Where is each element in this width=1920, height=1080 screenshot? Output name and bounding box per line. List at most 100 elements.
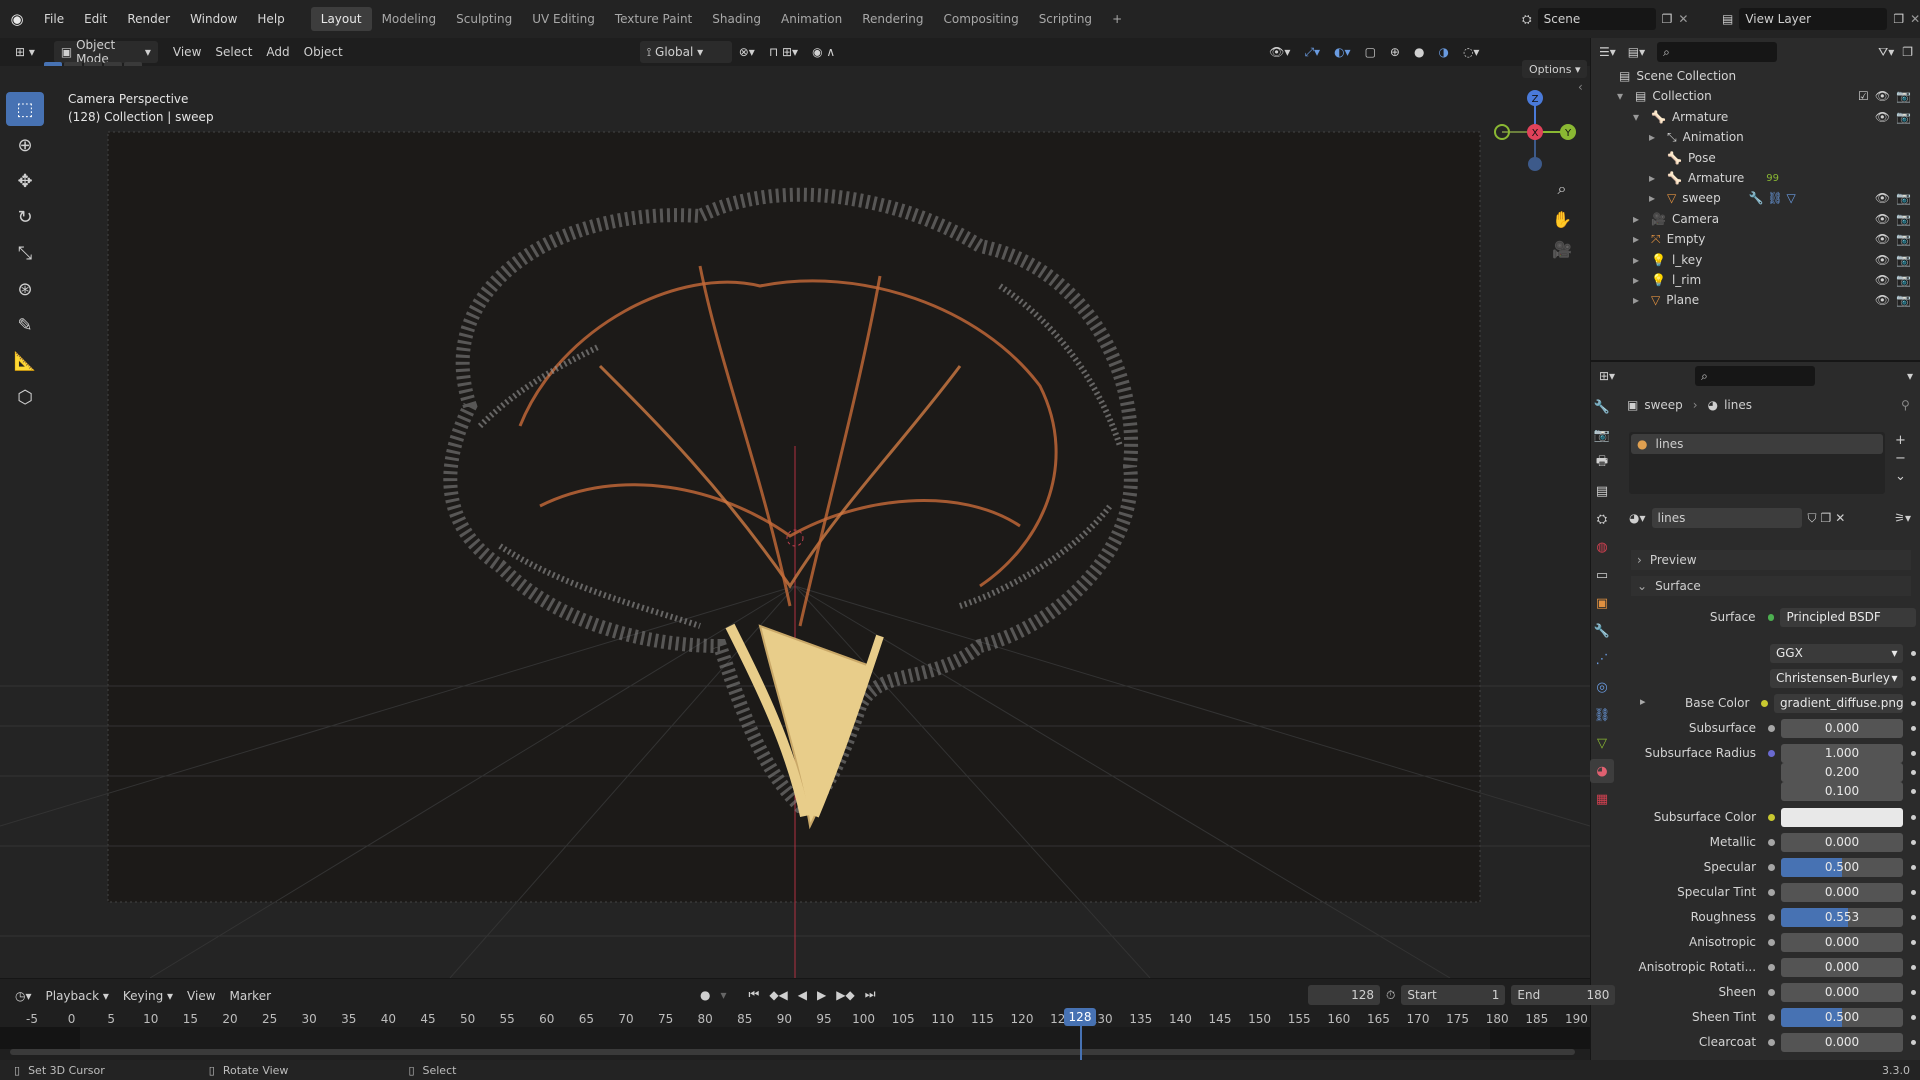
subsurface-method-keyframe-icon[interactable]	[1911, 675, 1916, 681]
prop-value-field[interactable]: 0.000	[1780, 1032, 1904, 1052]
menu-render[interactable]: Render	[117, 7, 180, 31]
new-collection-icon[interactable]: ❐	[1902, 45, 1913, 59]
prop-value-field[interactable]: 0.553	[1780, 907, 1904, 927]
preview-range-icon[interactable]: ⏱	[1386, 988, 1395, 1003]
prop-value-field[interactable]: 0.500	[1780, 1007, 1904, 1027]
world-tab-icon[interactable]: ◍	[1590, 535, 1614, 559]
xray-icon[interactable]: ▢	[1358, 41, 1383, 63]
visibility-eye-icon[interactable]: 👁	[1875, 212, 1890, 226]
socket-icon[interactable]	[1768, 988, 1775, 996]
transform-icon[interactable]: ⊛	[6, 272, 44, 306]
keyframe-icon[interactable]	[1911, 769, 1916, 775]
prev-keyframe-icon[interactable]: ◆◀	[769, 988, 787, 1002]
expand-arrow-icon[interactable]: ▸	[1649, 130, 1663, 144]
outliner-item-l_rim[interactable]: ▸ 💡 l_rim 👁 📷	[1591, 270, 1920, 290]
expand-base-color-icon[interactable]: ▸	[1640, 695, 1646, 708]
expand-arrow-icon[interactable]: ▸	[1633, 293, 1647, 307]
select-menu[interactable]: Select	[208, 41, 259, 63]
timeline-view-menu[interactable]: View	[180, 985, 222, 1007]
sidebar-toggle-icon[interactable]: ‹	[1578, 80, 1583, 94]
new-scene-icon[interactable]: ❐	[1662, 12, 1673, 26]
pivot-icon[interactable]: ⊗▾	[732, 41, 762, 63]
visibility-eye-icon[interactable]: 👁	[1875, 110, 1890, 124]
particles-tab-icon[interactable]: ⋰	[1590, 647, 1614, 671]
tool-tab-icon[interactable]: 🔧	[1590, 395, 1614, 419]
data-tab-icon[interactable]: ▽	[1590, 731, 1614, 755]
material-name-field[interactable]: lines	[1651, 508, 1802, 528]
socket-icon[interactable]	[1768, 724, 1775, 732]
scene-icon[interactable]: ⛭	[1522, 12, 1532, 27]
render-camera-icon[interactable]: 📷	[1896, 110, 1911, 124]
current-frame-field[interactable]: 128	[1308, 985, 1380, 1005]
keyframe-icon[interactable]	[1911, 750, 1916, 756]
prop-value-field[interactable]: 0.000	[1780, 957, 1904, 977]
orientation-selector[interactable]: ⟟ Global ▾	[639, 41, 732, 63]
proportional-edit-icon[interactable]: ◉ ∧	[805, 41, 842, 63]
modifier-tab-icon[interactable]: 🔧	[1590, 619, 1614, 643]
properties-editor-icon[interactable]: ⊞▾	[1599, 369, 1615, 383]
socket-icon[interactable]	[1768, 769, 1775, 776]
keyframe-icon[interactable]	[1911, 1039, 1916, 1045]
filter-icon[interactable]: ⛛▾	[1878, 45, 1894, 60]
add-cube-icon[interactable]: ⬡	[6, 380, 44, 414]
render-tab-icon[interactable]: 📷	[1590, 423, 1614, 447]
visibility-eye-icon[interactable]: 👁	[1875, 89, 1890, 103]
view-layer-icon[interactable]: ▤	[1722, 12, 1733, 26]
workspace-tab-compositing[interactable]: Compositing	[933, 7, 1028, 31]
shading-rendered-icon[interactable]: ◌▾	[1456, 41, 1487, 63]
shading-solid-icon[interactable]: ●	[1407, 41, 1431, 63]
material-slot-list[interactable]: ● lines	[1629, 432, 1885, 494]
prop-value-field[interactable]: 0.000	[1780, 932, 1904, 952]
surface-panel-header[interactable]: ⌄ Surface	[1631, 576, 1911, 596]
shading-wireframe-icon[interactable]: ⊕	[1383, 41, 1407, 63]
remove-slot-icon[interactable]: −	[1895, 450, 1906, 468]
timeline-track[interactable]	[10, 1027, 1580, 1049]
editor-type-button[interactable]: ⊞ ▾	[8, 41, 42, 63]
playback-menu[interactable]: Playback ▾	[39, 985, 116, 1007]
distribution-keyframe-icon[interactable]	[1911, 650, 1916, 656]
outliner-item-animation[interactable]: ▸ ⤡ Animation	[1591, 127, 1920, 147]
keyframe-icon[interactable]	[1911, 989, 1916, 995]
socket-icon[interactable]	[1768, 913, 1775, 921]
add-slot-icon[interactable]: +	[1895, 432, 1906, 450]
menu-window[interactable]: Window	[180, 7, 247, 31]
marker-menu[interactable]: Marker	[223, 985, 278, 1007]
camera-view-icon[interactable]: 🎥	[1547, 234, 1577, 264]
keyframe-icon[interactable]	[1911, 964, 1916, 970]
workspace-tab-texture-paint[interactable]: Texture Paint	[605, 7, 702, 31]
unlink-material-icon[interactable]: ✕	[1835, 511, 1845, 525]
menu-help[interactable]: Help	[247, 7, 294, 31]
material-tab-icon[interactable]: ◕	[1590, 759, 1614, 783]
outliner-item-sweep[interactable]: ▸ ▽ sweep 🔧 ⛓ ▽ 👁 📷	[1591, 188, 1920, 208]
expand-arrow-icon[interactable]: ▾	[1633, 110, 1647, 124]
workspace-tab-shading[interactable]: Shading	[702, 7, 771, 31]
display-mode-icon[interactable]: ▤▾	[1628, 45, 1645, 59]
output-tab-icon[interactable]: 🖶	[1590, 451, 1614, 475]
cursor-icon[interactable]: ⊕	[6, 128, 44, 162]
viewport-canvas[interactable]	[0, 66, 1590, 978]
scale-icon[interactable]: ⤡	[6, 236, 44, 270]
outliner-item-camera[interactable]: ▸ 🎥 Camera 👁 📷	[1591, 209, 1920, 229]
play-reverse-icon[interactable]: ◀	[798, 988, 807, 1002]
keyframe-icon[interactable]	[1911, 889, 1916, 895]
render-camera-icon[interactable]: 📷	[1896, 293, 1911, 307]
next-keyframe-icon[interactable]: ▶◆	[836, 988, 854, 1002]
blender-logo-icon[interactable]: ◉	[0, 10, 34, 28]
view-menu[interactable]: View	[166, 41, 208, 63]
render-camera-icon[interactable]: 📷	[1896, 253, 1911, 267]
mode-selector[interactable]: ▣ Object Mode ▾	[53, 38, 158, 66]
outliner-item-plane[interactable]: ▸ ▽ Plane 👁 📷	[1591, 290, 1920, 310]
constraints-tab-icon[interactable]: ⛓	[1590, 703, 1614, 727]
workspace-tab-layout[interactable]: Layout	[310, 7, 372, 31]
workspace-tab-uv-editing[interactable]: UV Editing	[522, 7, 605, 31]
expand-arrow-icon[interactable]: ▸	[1633, 232, 1647, 246]
socket-icon[interactable]	[1768, 1038, 1775, 1046]
close-view-layer-icon[interactable]: ✕	[1910, 12, 1920, 26]
prop-value-field[interactable]: 0.000	[1780, 832, 1904, 852]
collection-tab-icon[interactable]: ▭	[1590, 563, 1614, 587]
render-camera-icon[interactable]: 📷	[1896, 232, 1911, 246]
material-browse-icon[interactable]: ◕▾	[1629, 511, 1646, 525]
overlay-toggle-icon[interactable]: ◐▾	[1327, 41, 1358, 63]
prop-value-field[interactable]: 0.000	[1780, 982, 1904, 1002]
prop-value-field[interactable]: 1.000	[1780, 743, 1904, 763]
